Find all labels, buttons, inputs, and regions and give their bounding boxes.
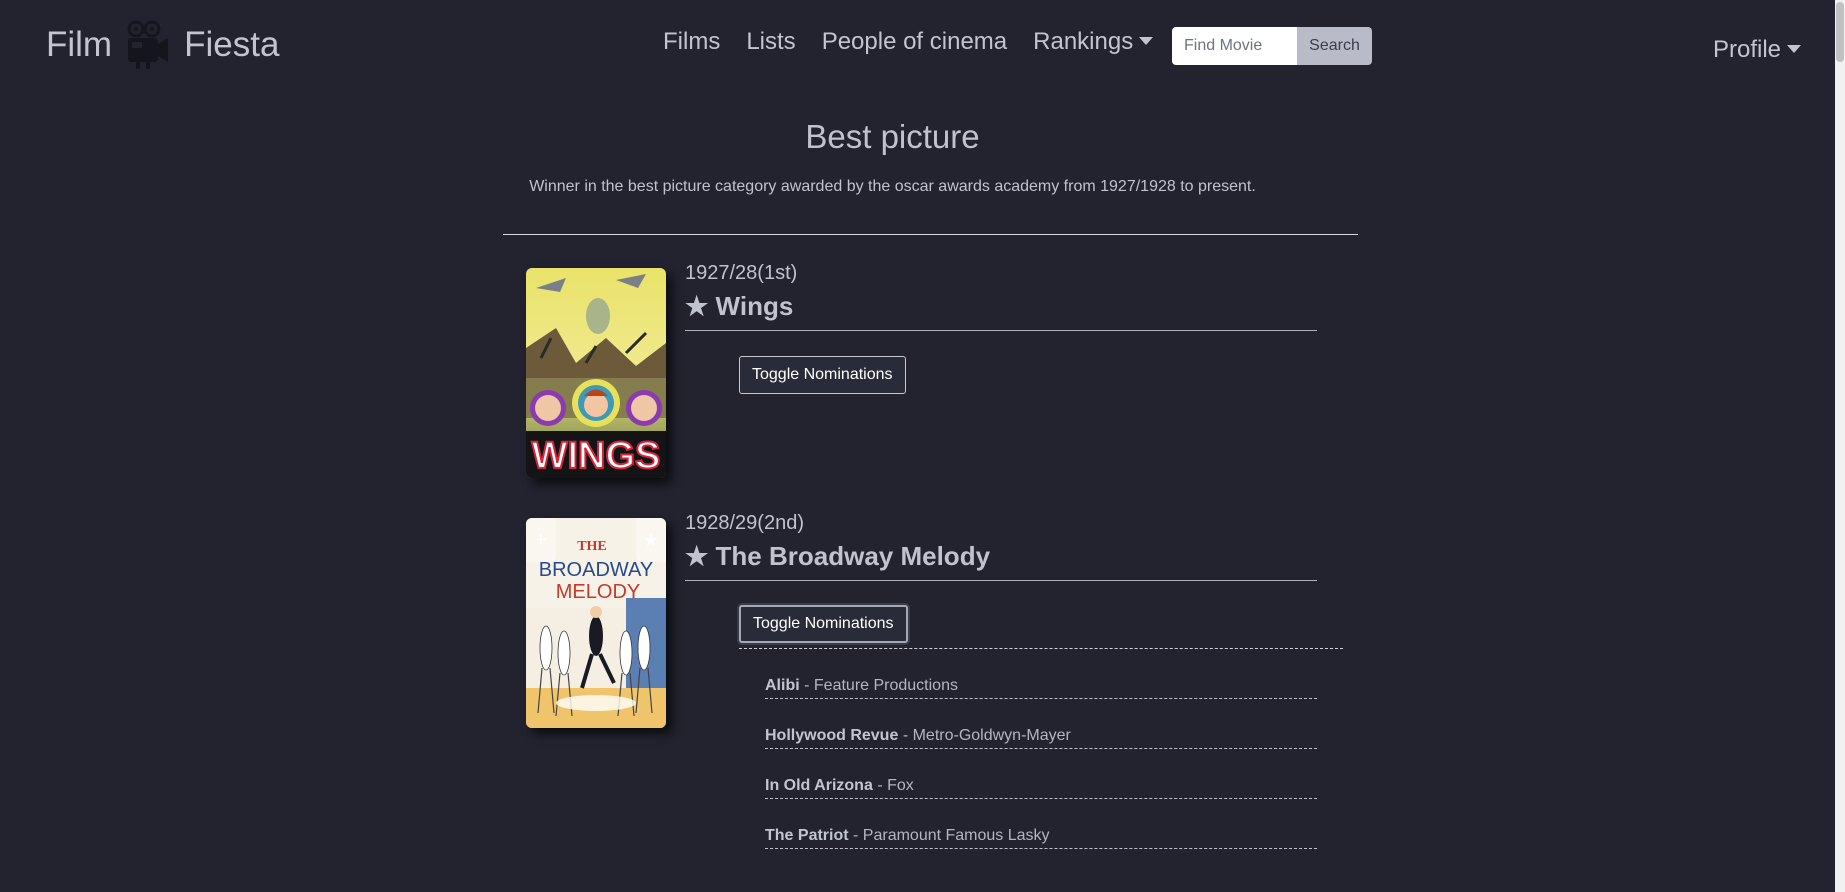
nomination-studio: - Metro-Goldwyn-Mayer xyxy=(902,727,1071,744)
brand-logo[interactable]: Film Fiesta xyxy=(46,20,279,70)
header-divider xyxy=(503,234,1358,235)
brand-text-fiesta: Fiesta xyxy=(184,25,280,64)
nomination-title[interactable]: The Patriot xyxy=(765,827,849,844)
film-camera-icon xyxy=(127,20,169,69)
nominations-top-divider xyxy=(739,648,1343,649)
entry-year: 1927/28(1st) xyxy=(685,262,798,284)
nav-links: Films Lists People of cinema Rankings xyxy=(663,28,1179,56)
poster-broadway-melody[interactable]: THE BROADWAY MELODY + ★ xyxy=(526,518,666,728)
entry-year: 1928/29(2nd) xyxy=(685,512,804,534)
nomination-item: In Old Arizona - Fox xyxy=(765,777,1317,799)
poster-broadway-text-bot: MELODY xyxy=(556,581,640,603)
search-button[interactable]: Search xyxy=(1297,27,1372,65)
profile-dropdown[interactable]: Profile xyxy=(1713,36,1802,64)
nomination-title[interactable]: Alibi xyxy=(765,677,800,694)
page: Film Fiesta Films Lists People of cinema… xyxy=(0,0,1845,892)
poster-broadway-text-top: THE xyxy=(577,539,607,554)
entry-divider xyxy=(685,580,1317,581)
nav-rankings-dropdown[interactable]: Rankings xyxy=(1033,28,1154,56)
favorite-star-icon[interactable]: ★ xyxy=(636,518,666,562)
toggle-nominations-button[interactable]: Toggle Nominations xyxy=(739,356,906,394)
nomination-studio: - Feature Productions xyxy=(804,677,958,694)
nomination-item: Alibi - Feature Productions xyxy=(765,677,1317,699)
nomination-title[interactable]: Hollywood Revue xyxy=(765,727,898,744)
poster-wings-title: WINGS xyxy=(532,435,661,477)
page-scrollbar[interactable] xyxy=(1835,0,1845,892)
nomination-studio: - Fox xyxy=(877,777,914,794)
search-form: Search xyxy=(1172,27,1372,65)
caret-down-icon xyxy=(1787,45,1802,53)
page-title: Best picture xyxy=(805,118,980,155)
poster-broadway-text-mid: BROADWAY xyxy=(539,559,653,581)
entry-divider xyxy=(685,330,1317,331)
caret-down-icon xyxy=(1139,37,1154,45)
toggle-nominations-button[interactable]: Toggle Nominations xyxy=(739,605,908,643)
nav-link-films[interactable]: Films xyxy=(663,28,720,56)
brand-text-film: Film xyxy=(46,25,113,64)
nomination-studio: - Paramount Famous Lasky xyxy=(853,827,1050,844)
poster-wings-art: WINGS xyxy=(526,268,666,478)
nomination-item: The Patriot - Paramount Famous Lasky xyxy=(765,827,1317,849)
nomination-item: Hollywood Revue - Metro-Goldwyn-Mayer xyxy=(765,727,1317,749)
poster-wings[interactable]: WINGS xyxy=(526,268,666,478)
nav-link-people-of-cinema[interactable]: People of cinema xyxy=(822,28,1007,56)
profile-label: Profile xyxy=(1713,36,1782,63)
add-to-list-icon[interactable]: + xyxy=(526,518,556,562)
entry-winner-title[interactable]: ★ Wings xyxy=(685,291,793,322)
navbar: Film Fiesta Films Lists People of cinema… xyxy=(0,0,1835,90)
page-description: Winner in the best picture category awar… xyxy=(529,178,1256,195)
search-input[interactable] xyxy=(1172,27,1297,65)
entry-winner-title[interactable]: ★ The Broadway Melody xyxy=(685,541,990,572)
scrollbar-thumb[interactable] xyxy=(1836,2,1844,62)
nomination-title[interactable]: In Old Arizona xyxy=(765,777,873,794)
rankings-label: Rankings xyxy=(1033,28,1134,55)
nav-link-lists[interactable]: Lists xyxy=(746,28,795,56)
